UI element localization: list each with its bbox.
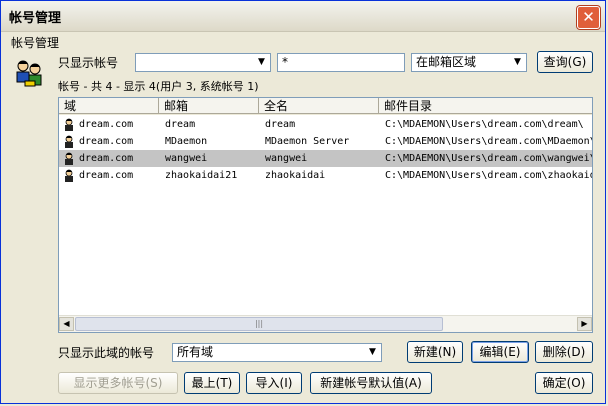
table-row[interactable]: dream.com MDaemon MDaemon Server C:\MDAEMON… [59,133,592,150]
account-manager-window: 帐号管理 ✕ 帐号管理 只显示帐号 ▼ * 在邮箱区域 ▼ 查询(G) 帐号 -… [0,0,606,404]
cell-domain: dream.com [79,119,134,130]
cell-domain: dream.com [79,136,134,147]
cell-mailbox: wangwei [165,153,208,164]
cell-fullname: zhaokaidai [265,170,326,181]
scope-combo-value: 在邮箱区域 [416,55,477,69]
cell-dir: C:\MDAEMON\Users\dream.com\MDaemon\ [385,136,593,147]
top-button[interactable]: 最上(T) [184,372,240,394]
table-row[interactable]: dream.com zhaokaidai21 zhaokaidai C:\MDAEMO… [59,167,592,184]
query-button[interactable]: 查询(G) [537,51,593,73]
domain-filter-value: 所有域 [177,345,214,359]
column-header-fullname[interactable]: 全名 [259,98,379,114]
cell-mailbox: MDaemon [165,136,208,147]
edit-button[interactable]: 编辑(E) [471,341,529,363]
cell-domain: dream.com [79,153,134,164]
new-button[interactable]: 新建(N) [407,341,463,363]
user-icon [65,118,73,131]
chevron-down-icon[interactable]: ▼ [510,55,525,70]
cell-mailbox: dream [165,119,196,130]
cell-domain: dream.com [79,170,134,181]
column-header-domain[interactable]: 域 [59,98,159,114]
user-icon [65,152,73,165]
user-icon [65,135,73,148]
scope-combo[interactable]: 在邮箱区域 ▼ [411,53,527,72]
column-header-maildir[interactable]: 邮件目录 [379,98,592,114]
table-row[interactable]: dream.com dream dream C:\MDAEMON\Users\drea… [59,116,592,133]
title-bar: 帐号管理 ✕ [1,1,605,32]
window-title: 帐号管理 [9,11,62,26]
group-label: 帐号管理 [11,36,60,50]
domain-filter-label: 只显示此域的帐号 [58,346,155,360]
cell-fullname: MDaemon Server [265,136,350,147]
domain-filter-combo[interactable]: 所有域 ▼ [172,343,382,362]
users-icon [16,60,42,87]
scroll-right-icon[interactable]: ▶ [577,317,592,331]
chevron-down-icon[interactable]: ▼ [254,55,269,70]
close-button[interactable]: ✕ [577,6,600,29]
delete-button[interactable]: 删除(D) [535,341,593,363]
pattern-value: * [282,55,288,69]
account-summary: 帐号 - 共 4 - 显示 4(用户 3, 系统帐号 1) [58,80,259,93]
cell-dir: C:\MDAEMON\Users\dream.com\wangwei\ [385,153,593,164]
cell-mailbox: zhaokaidai21 [165,170,238,181]
cell-fullname: dream [265,119,296,130]
list-header: 域 邮箱 全名 邮件目录 [59,98,592,115]
table-row[interactable]: dream.com wangwei wangwei C:\MDAEMON\Users\… [59,150,592,167]
cell-fullname: wangwei [265,153,308,164]
horizontal-scrollbar[interactable]: ◀ ||| ▶ [59,315,592,332]
close-icon: ✕ [582,8,595,26]
scroll-thumb[interactable]: ||| [75,317,443,331]
account-combo[interactable]: ▼ [135,53,271,72]
chevron-down-icon[interactable]: ▼ [365,345,380,360]
cell-dir: C:\MDAEMON\Users\dream.com\dream\ [385,119,584,130]
show-only-label: 只显示帐号 [58,56,119,70]
user-icon [65,169,73,182]
column-header-mailbox[interactable]: 邮箱 [159,98,259,114]
import-button[interactable]: 导入(I) [246,372,302,394]
pattern-input[interactable]: * [277,53,405,72]
account-list[interactable]: 域 邮箱 全名 邮件目录 dream.com dream dream C:\MDAEM… [58,97,593,333]
ok-button[interactable]: 确定(O) [535,372,593,394]
scroll-left-icon[interactable]: ◀ [59,317,74,331]
new-account-defaults-button[interactable]: 新建帐号默认值(A) [310,372,432,394]
show-more-button[interactable]: 显示更多帐号(S) [58,372,178,394]
cell-dir: C:\MDAEMON\Users\dream.com\zhaokaidai21\ [385,170,593,181]
